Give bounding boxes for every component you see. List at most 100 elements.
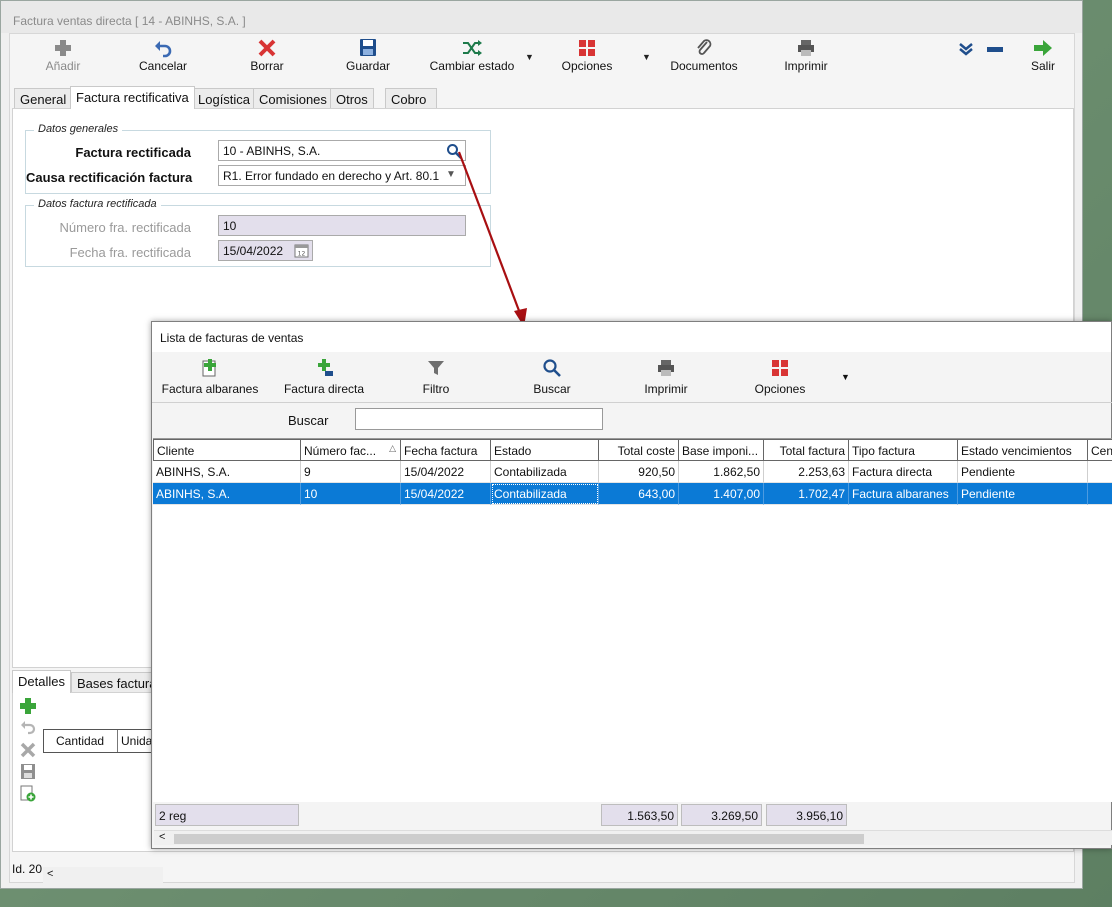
col-header-numero[interactable]: Número fac... △ (301, 439, 401, 461)
cell-fecha: 15/04/2022 (401, 483, 491, 505)
cell-base-imponible: 1.862,50 (679, 461, 764, 483)
table-row[interactable]: ABINHS, S.A. 9 15/04/2022 Contabilizada … (153, 461, 1112, 483)
filtro-button[interactable]: Filtro (418, 358, 454, 396)
search-input[interactable] (355, 408, 603, 430)
factura-rectificada-label: Factura rectificada (75, 145, 191, 160)
col-header-total-factura[interactable]: Total factura (764, 439, 849, 461)
table-row-selected[interactable]: ABINHS, S.A. 10 15/04/2022 Contabilizada… (153, 483, 1112, 505)
minimize-icon[interactable] (987, 47, 1003, 53)
cell-estado: Contabilizada (491, 461, 599, 483)
toolbar-separator (152, 402, 1112, 403)
scroll-left-icon[interactable]: < (159, 831, 165, 843)
change-state-button[interactable]: Cambiar estado (424, 38, 520, 78)
options-button[interactable]: Opciones (558, 38, 616, 78)
window-title: Factura ventas directa [ 14 - ABINHS, S.… (1, 1, 1082, 33)
numero-fra-label: Número fra. rectificada (59, 220, 192, 235)
new-document-icon[interactable] (19, 785, 37, 803)
save-button[interactable]: Guardar (340, 38, 396, 78)
save-line-icon[interactable] (19, 763, 37, 781)
grid-icon (772, 360, 788, 376)
search-icon[interactable] (446, 143, 462, 159)
paperclip-icon (697, 39, 712, 55)
add-invoice-icon (318, 359, 333, 376)
detail-scrollbar[interactable]: < (43, 867, 163, 883)
search-icon (543, 359, 561, 377)
numero-fra-field[interactable]: 10 (218, 215, 466, 236)
cell-estado: Contabilizada (491, 483, 599, 505)
cancel-button[interactable]: Cancelar (134, 38, 192, 78)
tab-logistica[interactable]: Logística (192, 88, 257, 109)
tab-cobro[interactable]: Cobro (385, 88, 437, 109)
horizontal-scrollbar[interactable]: < (154, 830, 1112, 845)
undo-icon[interactable] (19, 719, 37, 737)
scroll-left-icon[interactable]: < (47, 868, 53, 880)
record-count: 2 reg (155, 804, 299, 826)
factura-albaranes-button[interactable]: Factura albaranes (158, 358, 262, 396)
exit-arrow-icon (1034, 40, 1052, 56)
tab-comisiones[interactable]: Comisiones (253, 88, 333, 109)
base-imponible-sum: 3.269,50 (681, 804, 762, 826)
cell-numero: 10 (301, 483, 401, 505)
cell-cliente: ABINHS, S.A. (153, 461, 301, 483)
grid-icon (579, 40, 595, 56)
total-factura-sum: 3.956,10 (766, 804, 847, 826)
factura-directa-button[interactable]: Factura directa (280, 358, 368, 396)
invoice-list-dialog: Lista de facturas de ventas Factura alba… (151, 321, 1112, 849)
tab-otros[interactable]: Otros (330, 88, 374, 109)
collapse-icon[interactable] (958, 42, 974, 56)
status-id: Id. 20 (12, 862, 43, 876)
total-coste-sum: 1.563,50 (601, 804, 678, 826)
cell-total-coste: 643,00 (599, 483, 679, 505)
dialog-title: Lista de facturas de ventas (152, 322, 1111, 352)
cell-estado-vencimientos: Pendiente (958, 461, 1088, 483)
tab-general[interactable]: General (14, 88, 73, 109)
scrollbar-thumb[interactable] (174, 834, 864, 844)
col-header-estado[interactable]: Estado (491, 439, 599, 461)
cell-base-imponible: 1.407,00 (679, 483, 764, 505)
documents-button[interactable]: Documentos (666, 38, 742, 78)
col-header-fecha[interactable]: Fecha factura (401, 439, 491, 461)
cell-total-coste: 920,50 (599, 461, 679, 483)
sort-asc-icon: △ (389, 443, 396, 453)
chevron-down-icon[interactable]: ▼ (446, 169, 456, 180)
cell-estado-vencimientos: Pendiente (958, 483, 1088, 505)
add-button[interactable]: Añadir (38, 38, 88, 78)
col-header-cliente[interactable]: Cliente (153, 439, 301, 461)
col-header-base-imponible[interactable]: Base imponi... (679, 439, 764, 461)
tab-detalles[interactable]: Detalles (12, 670, 71, 693)
datos-factura-rectificada-legend: Datos factura rectificada (34, 198, 161, 210)
shuffle-icon (463, 40, 482, 56)
opciones-dropdown-icon[interactable]: ▼ (841, 372, 850, 382)
plus-icon (55, 40, 71, 56)
buscar-button[interactable]: Buscar (530, 358, 574, 396)
causa-rectificacion-label: Causa rectificación factura (26, 170, 193, 185)
cell-tipo-factura: Factura directa (849, 461, 958, 483)
opciones-button[interactable]: Opciones (752, 358, 808, 396)
col-unidad[interactable]: Unida (121, 730, 152, 748)
cell-numero: 9 (301, 461, 401, 483)
col-cantidad[interactable]: Cantidad (56, 730, 118, 752)
add-line-icon[interactable] (19, 697, 37, 715)
cell-cen (1088, 461, 1112, 483)
calendar-icon[interactable]: 12 (294, 243, 309, 258)
print-button[interactable]: Imprimir (780, 38, 832, 78)
add-document-icon (202, 359, 216, 377)
col-header-cen[interactable]: Cen (1088, 439, 1112, 461)
causa-rectificacion-select[interactable]: R1. Error fundado en derecho y Art. 80.1 (218, 165, 466, 186)
col-header-total-coste[interactable]: Total coste (599, 439, 679, 461)
factura-rectificada-field[interactable]: 10 - ABINHS, S.A. (218, 140, 466, 161)
tab-factura-rectificativa[interactable]: Factura rectificativa (70, 86, 195, 109)
delete-line-icon[interactable] (19, 741, 37, 759)
datos-factura-rectificada-group: Datos factura rectificada Número fra. re… (25, 198, 491, 267)
options-dropdown-icon[interactable]: ▼ (642, 52, 651, 62)
cell-cen (1088, 483, 1112, 505)
printer-icon (658, 360, 674, 376)
imprimir-button[interactable]: Imprimir (640, 358, 692, 396)
change-state-dropdown-icon[interactable]: ▼ (525, 52, 534, 62)
search-label: Buscar (288, 413, 329, 428)
tab-bases-factura[interactable]: Bases factura (71, 672, 161, 693)
exit-button[interactable]: Salir (1026, 38, 1060, 78)
delete-button[interactable]: Borrar (242, 38, 292, 78)
col-header-tipo-factura[interactable]: Tipo factura (849, 439, 958, 461)
col-header-estado-vencimientos[interactable]: Estado vencimientos (958, 439, 1088, 461)
